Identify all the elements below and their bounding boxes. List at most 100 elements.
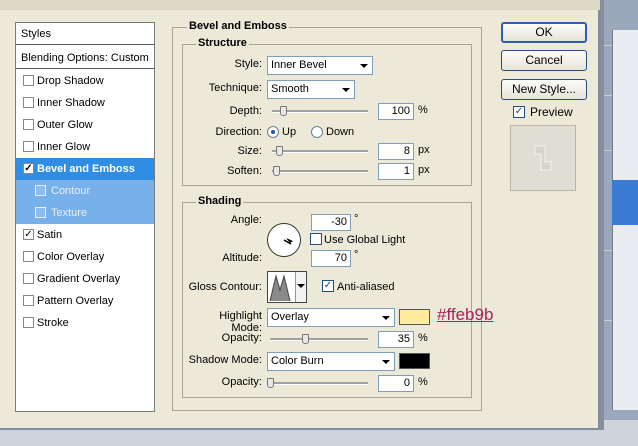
highlight-opacity-input[interactable]: 35 [378, 331, 414, 348]
slider-thumb[interactable] [273, 166, 280, 176]
shadow-color-swatch[interactable] [399, 353, 430, 369]
highlight-mode-value: Overlay [271, 311, 309, 323]
slider-thumb[interactable] [276, 146, 283, 156]
blending-options-label: Blending Options: Custom [21, 52, 149, 64]
highlight-mode-dropdown[interactable]: Overlay [267, 308, 395, 327]
technique-dropdown-value: Smooth [271, 83, 309, 95]
altitude-label: Altitude: [222, 252, 262, 264]
shadow-opacity-slider[interactable] [267, 378, 368, 388]
contour-preview-icon [268, 272, 296, 302]
altitude-unit: ° [354, 249, 359, 261]
shadow-mode-label: Shadow Mode: [188, 354, 262, 366]
new-style-button[interactable]: New Style... [501, 79, 587, 100]
slider-track [270, 338, 368, 341]
angle-dial[interactable] [266, 222, 302, 258]
style-checkbox[interactable] [35, 207, 46, 218]
dialog-shadow [600, 0, 604, 430]
soften-input[interactable]: 1 [378, 163, 414, 180]
style-checkbox[interactable] [23, 273, 34, 284]
style-checkbox[interactable] [23, 317, 34, 328]
global-light-checkbox[interactable] [310, 233, 322, 245]
style-item-contour[interactable]: Contour [16, 180, 154, 202]
depth-unit: % [418, 104, 428, 116]
size-label: Size: [237, 145, 262, 157]
preview-label: Preview [530, 105, 573, 119]
depth-slider[interactable] [272, 106, 368, 116]
style-item-drop-shadow[interactable]: Drop Shadow [16, 70, 154, 92]
altitude-input[interactable]: 70 [311, 250, 351, 267]
slider-thumb[interactable] [302, 334, 309, 344]
direction-down-label: Down [326, 126, 355, 138]
highlight-opacity-slider[interactable] [270, 334, 368, 344]
style-item-bevel-emboss[interactable]: ✓ Bevel and Emboss [16, 158, 154, 180]
slider-thumb[interactable] [267, 378, 274, 388]
style-checkbox[interactable] [23, 141, 34, 152]
shadow-opacity-unit: % [418, 376, 428, 388]
styles-header[interactable]: Styles [16, 23, 154, 45]
chevron-down-icon [297, 284, 305, 288]
direction-up-label: Up [282, 126, 297, 138]
style-label: Style: [234, 58, 262, 70]
style-item-inner-shadow[interactable]: Inner Shadow [16, 92, 154, 114]
soften-slider[interactable] [272, 166, 368, 176]
gloss-contour-label: Gloss Contour: [188, 281, 262, 293]
highlight-color-swatch[interactable] [399, 309, 430, 325]
style-dropdown-value: Inner Bevel [271, 59, 327, 71]
styles-header-label: Styles [21, 28, 51, 40]
style-item-label: Gradient Overlay [37, 273, 121, 285]
structure-title: Structure [196, 37, 249, 49]
direction-down-radio[interactable] [311, 126, 323, 138]
style-item-gradient-overlay[interactable]: Gradient Overlay [16, 268, 154, 290]
direction-up-radio[interactable] [267, 126, 279, 138]
style-checkbox[interactable] [23, 119, 34, 130]
size-input[interactable]: 8 [378, 143, 414, 160]
style-item-label: Pattern Overlay [37, 295, 114, 307]
shadow-mode-dropdown[interactable]: Color Burn [267, 352, 395, 371]
preview-shape-icon [534, 145, 552, 171]
angle-input[interactable]: -30 [311, 214, 351, 231]
style-item-label: Color Overlay [37, 251, 105, 263]
dialog-titlebar [0, 0, 600, 10]
style-item-label: Inner Glow [37, 141, 91, 153]
slider-thumb[interactable] [280, 106, 287, 116]
chevron-down-icon [360, 64, 368, 68]
style-item-outer-glow[interactable]: Outer Glow [16, 114, 154, 136]
contour-dropdown-button[interactable] [295, 272, 306, 302]
style-item-pattern-overlay[interactable]: Pattern Overlay [16, 290, 154, 312]
angle-unit: ° [354, 213, 359, 225]
style-item-satin[interactable]: ✓ Satin [16, 224, 154, 246]
style-item-inner-glow[interactable]: Inner Glow [16, 136, 154, 158]
style-item-texture[interactable]: Texture [16, 202, 154, 224]
style-checkbox[interactable] [35, 185, 46, 196]
direction-label: Direction: [215, 126, 262, 138]
slider-track [267, 382, 368, 385]
depth-input[interactable]: 100 [378, 103, 414, 120]
chevron-down-icon [382, 316, 390, 320]
style-checkbox[interactable]: ✓ [23, 163, 34, 174]
shadow-opacity-input[interactable]: 0 [378, 375, 414, 392]
style-dropdown[interactable]: Inner Bevel [267, 56, 373, 75]
blending-options-item[interactable]: Blending Options: Custom [16, 47, 154, 69]
preview-checkbox[interactable]: ✓ [513, 106, 525, 118]
shadow-mode-value: Color Burn [271, 355, 324, 367]
global-light-label: Use Global Light [324, 234, 406, 246]
shadow-opacity-label: Opacity: [221, 376, 262, 388]
ok-button[interactable]: OK [501, 22, 587, 43]
anti-aliased-checkbox[interactable]: ✓ [322, 280, 334, 292]
style-item-label: Outer Glow [37, 119, 93, 131]
style-checkbox[interactable]: ✓ [23, 229, 34, 240]
style-checkbox[interactable] [23, 295, 34, 306]
gloss-contour-picker[interactable] [267, 271, 307, 303]
style-checkbox[interactable] [23, 97, 34, 108]
size-slider[interactable] [272, 146, 368, 156]
slider-track [272, 170, 368, 173]
style-item-label: Texture [51, 207, 88, 219]
style-item-label: Bevel and Emboss [37, 163, 135, 175]
style-checkbox[interactable] [23, 75, 34, 86]
style-item-color-overlay[interactable]: Color Overlay [16, 246, 154, 268]
style-item-label: Inner Shadow [37, 97, 105, 109]
cancel-button[interactable]: Cancel [501, 50, 587, 71]
style-checkbox[interactable] [23, 251, 34, 262]
technique-dropdown[interactable]: Smooth [267, 80, 355, 99]
style-item-stroke[interactable]: Stroke [16, 312, 154, 334]
